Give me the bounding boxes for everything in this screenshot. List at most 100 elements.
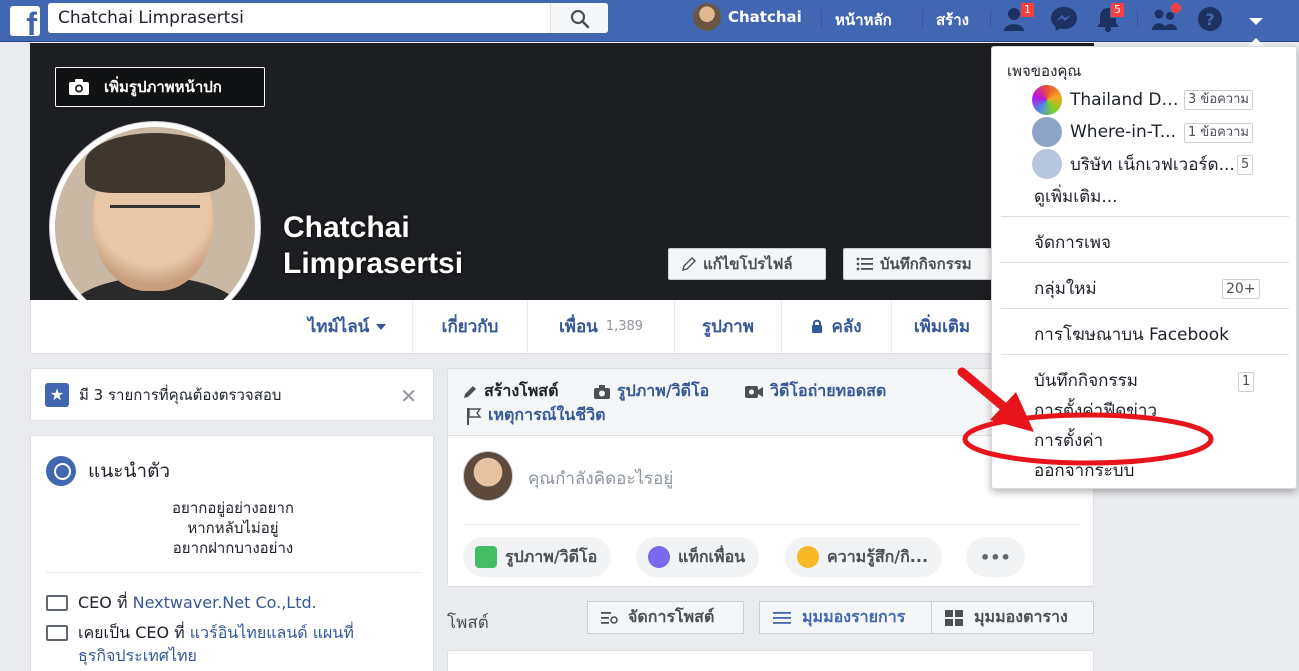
page-message-count: 1 ข้อความ (1184, 123, 1253, 143)
tab-timeline[interactable]: ไทม์ไลน์ (283, 300, 413, 353)
live-video-tab[interactable]: วิดีโอถ่ายทอดสด (744, 379, 886, 404)
add-cover-photo-button[interactable]: เพิ่มรูปภาพหน้าปก (55, 67, 265, 107)
profile-nav: ไทม์ไลน์ เกี่ยวกับ เพื่อน 1,389 รูปภาพ ค… (30, 300, 1094, 354)
intro-card: แนะนำตัว อยากอยู่อย่างอยาก หากหลับไม่อยู… (30, 435, 434, 671)
photo-video-tab[interactable]: รูปภาพ/วิดีโอ (593, 379, 709, 404)
life-event-label: เหตุการณ์ในชีวิต (488, 405, 606, 424)
log-out-item[interactable]: ออกจากระบบ (1034, 457, 1134, 484)
create-link[interactable]: สร้าง (936, 8, 969, 32)
messenger-icon (1051, 7, 1077, 31)
tab-more-label: เพิ่มเติม (913, 317, 971, 337)
top-profile-link[interactable]: Chatchai (693, 3, 802, 31)
notifications-button[interactable]: 5 (1094, 2, 1125, 32)
page-name: Where-in-T... (1070, 122, 1176, 142)
next-post-card (447, 650, 1094, 671)
search-button[interactable] (550, 3, 608, 33)
advertise-item[interactable]: การโฆษณาบน Facebook (1034, 321, 1229, 348)
bio-line: อยากฝากบางอย่าง (172, 539, 294, 557)
avatar (693, 3, 721, 31)
bio-line: หากหลับไม่อยู่ (187, 519, 279, 537)
tab-friends[interactable]: เพื่อน 1,389 (528, 300, 675, 353)
create-post-tab[interactable]: สร้างโพสต์ (462, 379, 558, 404)
profile-name-line1: Chatchai (283, 211, 410, 244)
top-divider (821, 10, 822, 28)
globe-icon (46, 456, 76, 486)
account-menu-button[interactable] (1243, 6, 1271, 32)
tab-about[interactable]: เกี่ยวกับ (413, 300, 528, 353)
tab-photos[interactable]: รูปภาพ (675, 300, 782, 353)
activity-log-count: 1 (1238, 372, 1255, 392)
search-icon (570, 9, 590, 29)
tab-archive-label: คลัง (831, 317, 862, 337)
tag-friend-icon (648, 546, 670, 568)
photo-video-pill[interactable]: รูปภาพ/วิดีโอ (463, 537, 612, 577)
see-more-pages[interactable]: ดูเพิ่มเติม... (1034, 183, 1118, 210)
page-avatar (1032, 117, 1062, 147)
work-item: เคยเป็น CEO ที่ แวร์อินไทยแลนด์ แผนที่ ธ… (46, 621, 354, 667)
close-icon[interactable]: ✕ (400, 384, 417, 408)
edit-profile-label: แก้ไขโปรไฟล์ (703, 255, 793, 273)
pencil-icon (464, 385, 476, 398)
page-name: Thailand De... (1070, 90, 1180, 110)
notifications-badge: 5 (1110, 2, 1125, 18)
friends-count: 1,389 (605, 319, 644, 334)
work-link[interactable]: ธุรกิจประเทศไทย (78, 646, 197, 665)
messenger-button[interactable] (1050, 6, 1078, 32)
divider (1001, 262, 1289, 263)
tab-archive[interactable]: คลัง (782, 300, 892, 353)
activity-log-item[interactable]: บันทึกกิจกรรม (1034, 367, 1138, 394)
composer-input[interactable]: คุณกำลังคิดอะไรอยู่ (528, 465, 673, 492)
tab-about-label: เกี่ยวกับ (441, 317, 499, 337)
profile-name[interactable]: Chatchai Limprasertsi (283, 210, 463, 282)
top-divider (1137, 10, 1138, 28)
work-link[interactable]: Nextwaver.Net Co.,Ltd. (133, 593, 317, 612)
list-icon (856, 257, 873, 271)
account-dropdown-menu: เพจของคุณ Thailand De... 3 ข้อความ Where… (991, 46, 1297, 489)
tag-friends-pill[interactable]: แท็กเพื่อน (636, 537, 760, 577)
smiley-icon (797, 546, 819, 568)
help-button[interactable]: ? (1197, 6, 1225, 32)
life-event-tab[interactable]: เหตุการณ์ในชีวิต (466, 403, 606, 428)
work-prefix: เคยเป็น CEO ที่ (78, 623, 185, 642)
facebook-logo-icon[interactable]: f (10, 6, 40, 36)
tab-timeline-label: ไทม์ไลน์ (307, 317, 370, 337)
feeling-pill[interactable]: ความรู้สึก/กิ... (785, 537, 943, 577)
divider (46, 572, 420, 573)
home-link[interactable]: หน้าหลัก (835, 8, 892, 32)
more-options-icon: ••• (980, 547, 1011, 567)
divider (1001, 216, 1289, 217)
activity-log-button[interactable]: บันทึกกิจกรรม (843, 248, 998, 280)
bio-line: อยากอยู่อย่างอยาก (172, 499, 294, 517)
news-feed-preferences-item[interactable]: การตั้งค่าฟีดข่าว (1034, 397, 1157, 424)
top-divider (990, 10, 991, 28)
video-camera-icon (745, 385, 763, 398)
search-input[interactable] (48, 3, 550, 33)
grid-view-label: มุมมองตาราง (974, 607, 1068, 626)
live-video-label: วิดีโอถ่ายทอดสด (770, 381, 887, 400)
workplace-button[interactable] (1151, 3, 1181, 32)
manage-posts-button[interactable]: จัดการโพสต์ (587, 601, 744, 634)
grid-view-button[interactable]: มุมมองตาราง (931, 601, 1094, 634)
photo-video-pill-label: รูปภาพ/วิดีโอ (505, 546, 598, 566)
review-items-card[interactable]: ★ มี 3 รายการที่คุณต้องตรวจสอบ ✕ (30, 368, 434, 421)
tab-more[interactable]: เพิ่มเติม (892, 300, 992, 353)
settings-item[interactable]: การตั้งค่า (1034, 427, 1103, 454)
friend-requests-button[interactable]: 1 (1003, 2, 1035, 32)
work-link[interactable]: แวร์อินไทยแลนด์ แผนที่ (190, 623, 354, 642)
dropdown-page-item[interactable]: บริษัท เน็กเวฟเวอร์ด... (1032, 149, 1254, 179)
list-view-button[interactable]: มุมมองรายการ (759, 601, 932, 634)
create-post-label: สร้างโพสต์ (484, 381, 559, 400)
grid-view-icon (945, 609, 963, 626)
red-dot-indicator (1171, 3, 1181, 13)
more-options-pill[interactable]: ••• (966, 537, 1025, 577)
divider (1001, 354, 1289, 355)
new-groups-item[interactable]: กลุ่มใหม่ (1034, 275, 1097, 302)
top-user-name: Chatchai (728, 8, 802, 26)
posts-label: โพสต์ (447, 613, 489, 633)
help-icon: ? (1198, 7, 1222, 31)
photo-video-label: รูปภาพ/วิดีโอ (617, 381, 710, 400)
search-box (48, 3, 608, 33)
manage-pages-item[interactable]: จัดการเพจ (1034, 229, 1111, 256)
edit-profile-button[interactable]: แก้ไขโปรไฟล์ (668, 248, 826, 280)
page-message-count: 5 (1237, 155, 1254, 175)
